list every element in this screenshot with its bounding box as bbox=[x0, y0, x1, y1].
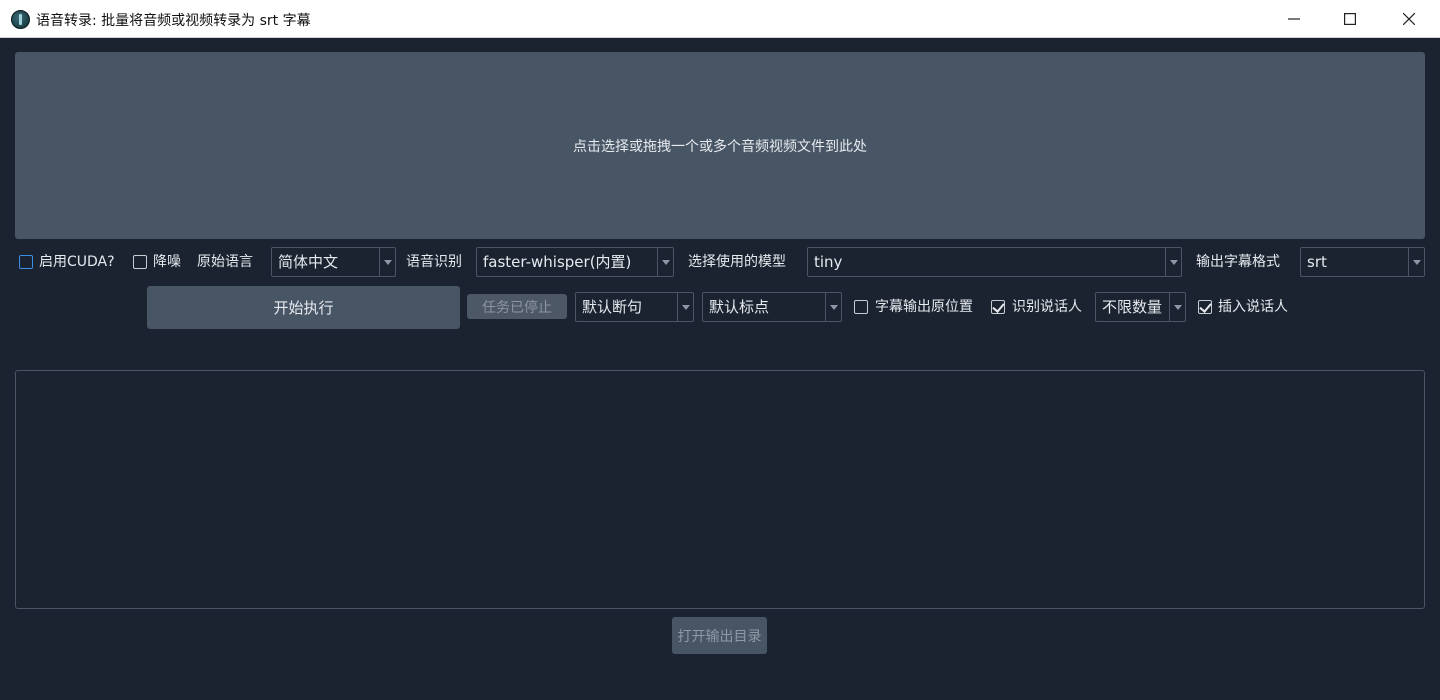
chevron-down-icon bbox=[1169, 293, 1185, 321]
model-select[interactable]: tiny bbox=[807, 247, 1182, 277]
app-logo-icon bbox=[11, 10, 30, 29]
close-button[interactable] bbox=[1380, 0, 1438, 38]
chevron-down-icon bbox=[677, 293, 693, 321]
insert-speaker-checkbox[interactable] bbox=[1198, 300, 1212, 314]
speaker-recognition-label: 识别说话人 bbox=[1012, 299, 1082, 315]
split-value: 默认断句 bbox=[582, 298, 643, 316]
title-bar: 语音转录: 批量将音频或视频转录为 srt 字幕 bbox=[0, 0, 1440, 38]
chevron-down-icon bbox=[657, 248, 673, 276]
drop-zone-text: 点击选择或拖拽一个或多个音频视频文件到此处 bbox=[573, 138, 867, 155]
model-label: 选择使用的模型 bbox=[688, 254, 786, 270]
options-row-2: 任务已停止 默认断句 默认标点 字幕输出原位置 识别说话人 不限数量 插入说话人 bbox=[0, 287, 1440, 322]
speaker-count-value: 不限数量 bbox=[1102, 298, 1163, 316]
model-value: tiny bbox=[814, 253, 843, 271]
format-select[interactable]: srt bbox=[1300, 247, 1425, 277]
open-output-dir-button[interactable]: 打开输出目录 bbox=[672, 617, 767, 654]
split-select[interactable]: 默认断句 bbox=[575, 292, 694, 322]
insert-speaker-label: 插入说话人 bbox=[1218, 299, 1288, 315]
log-output-area[interactable] bbox=[15, 370, 1425, 609]
window-title: 语音转录: 批量将音频或视频转录为 srt 字幕 bbox=[36, 13, 311, 29]
options-row-1: 启用CUDA? 降噪 原始语言 简体中文 语音识别 faster-whisper… bbox=[0, 247, 1440, 277]
maximize-icon bbox=[1344, 13, 1356, 25]
cuda-checkbox[interactable] bbox=[19, 255, 33, 269]
source-language-label: 原始语言 bbox=[197, 254, 253, 270]
punctuation-value: 默认标点 bbox=[709, 298, 770, 316]
source-language-value: 简体中文 bbox=[278, 253, 339, 271]
close-icon bbox=[1403, 13, 1415, 25]
minimize-icon bbox=[1288, 18, 1300, 20]
asr-value: faster-whisper(内置) bbox=[483, 253, 632, 271]
denoise-checkbox[interactable] bbox=[133, 255, 147, 269]
speaker-count-select[interactable]: 不限数量 bbox=[1095, 292, 1186, 322]
chevron-down-icon bbox=[379, 248, 395, 276]
keep-position-label: 字幕输出原位置 bbox=[875, 299, 973, 315]
cuda-label: 启用CUDA? bbox=[39, 254, 115, 270]
format-value: srt bbox=[1307, 253, 1327, 271]
chevron-down-icon bbox=[1165, 248, 1181, 276]
task-stopped-button[interactable]: 任务已停止 bbox=[467, 294, 567, 319]
source-language-select[interactable]: 简体中文 bbox=[271, 247, 396, 277]
speaker-recognition-checkbox[interactable] bbox=[991, 300, 1005, 314]
format-label: 输出字幕格式 bbox=[1196, 254, 1280, 270]
punctuation-select[interactable]: 默认标点 bbox=[702, 292, 842, 322]
denoise-label: 降噪 bbox=[153, 254, 181, 270]
asr-select[interactable]: faster-whisper(内置) bbox=[476, 247, 674, 277]
minimize-button[interactable] bbox=[1265, 0, 1323, 38]
keep-position-checkbox[interactable] bbox=[854, 300, 868, 314]
chevron-down-icon bbox=[825, 293, 841, 321]
asr-label: 语音识别 bbox=[406, 254, 462, 270]
file-drop-zone[interactable]: 点击选择或拖拽一个或多个音频视频文件到此处 bbox=[15, 52, 1425, 239]
maximize-button[interactable] bbox=[1321, 0, 1379, 38]
chevron-down-icon bbox=[1408, 248, 1424, 276]
